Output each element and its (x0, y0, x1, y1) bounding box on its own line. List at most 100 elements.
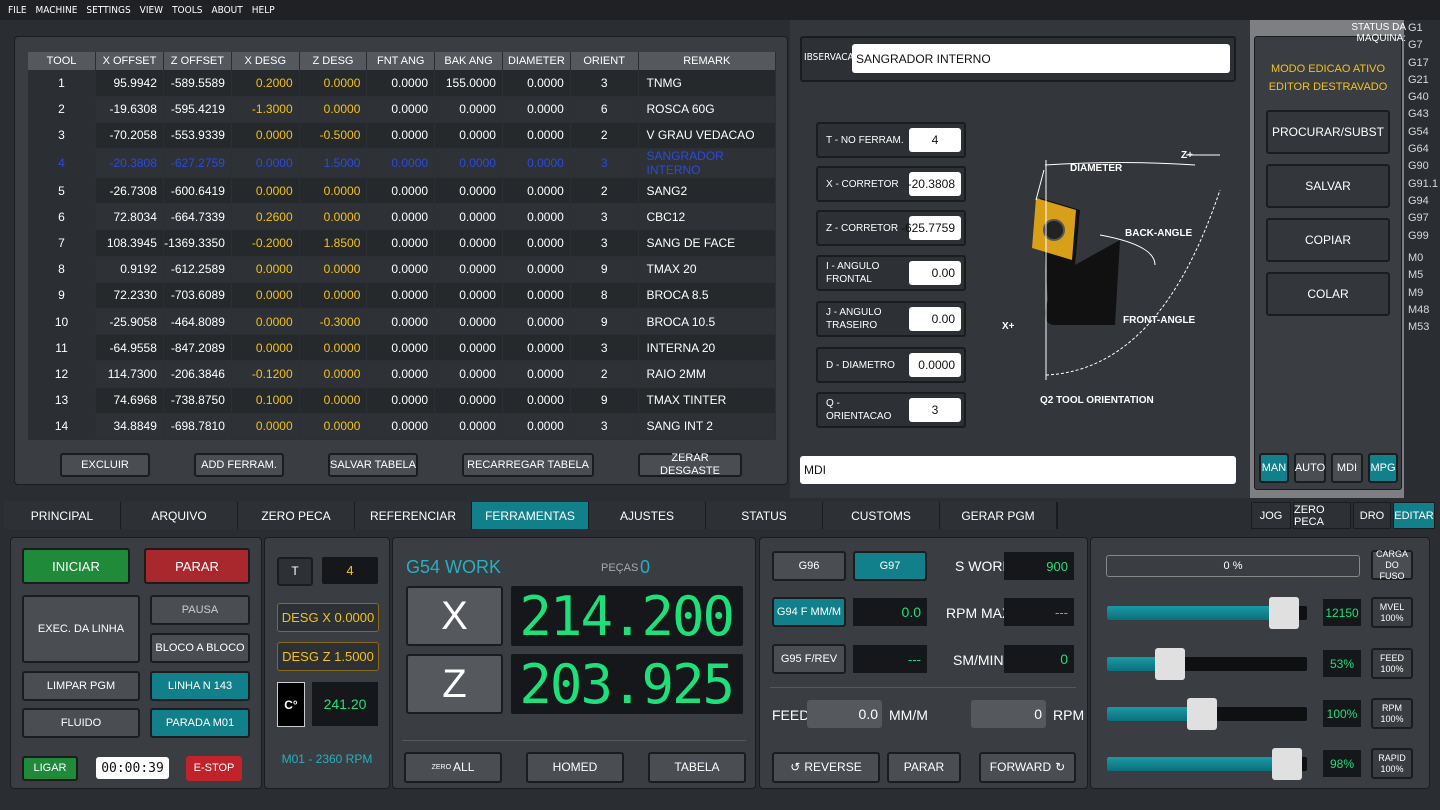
table-row[interactable]: 6 72.8034 -664.7339 0.2600 0.0000 0.0000 0.000… (28, 203, 776, 231)
table-cell[interactable]: TMAX TINTER (638, 387, 776, 414)
table-cell[interactable]: 0.0000 (366, 387, 436, 414)
table-cell[interactable]: 0.0000 (299, 334, 368, 362)
table-cell[interactable]: 0.0000 (366, 282, 436, 310)
table-cell[interactable]: 0.0000 (434, 308, 503, 336)
mode-auto-button[interactable]: AUTO (1294, 453, 1326, 483)
table-cell[interactable]: 2 (28, 96, 97, 123)
table-cell[interactable]: 6 (570, 96, 639, 123)
g96-button[interactable]: G96 (772, 551, 846, 581)
table-cell[interactable]: -0.2000 (231, 229, 300, 257)
table-cell[interactable]: 5 (28, 177, 97, 205)
table-cell[interactable]: 0.0000 (366, 413, 436, 440)
coolant-button[interactable]: FLUIDO (22, 708, 140, 738)
table-cell[interactable]: 0.0000 (434, 413, 503, 440)
stop-button[interactable]: PARAR (144, 548, 250, 584)
tab-zero-peca[interactable]: ZERO PECA (238, 502, 355, 529)
table-cell[interactable]: 2 (570, 122, 639, 150)
table-cell[interactable]: 0.0000 (434, 203, 503, 231)
table-cell[interactable]: -847.2089 (163, 334, 232, 362)
table-cell[interactable]: 0.0000 (299, 177, 368, 205)
g95-button[interactable]: G95 F/REV (772, 644, 846, 674)
zero-wear-button[interactable]: ZERAR DESGASTE (638, 452, 742, 477)
table-cell[interactable]: -664.7339 (163, 203, 232, 231)
table-cell[interactable]: 0.0000 (434, 148, 503, 179)
table-cell[interactable]: 0.2000 (231, 70, 300, 97)
right-tab-editar[interactable]: EDITAR (1393, 502, 1435, 529)
table-cell[interactable]: 3 (570, 148, 639, 179)
start-button[interactable]: INICIAR (22, 548, 130, 584)
override-reset-button[interactable]: MVEL 100% (1371, 597, 1413, 628)
column-header[interactable]: FNT ANG (366, 52, 436, 70)
tab-ajustes[interactable]: AJUSTES (589, 502, 706, 529)
table-row[interactable]: 11 -64.9558 -847.2089 0.0000 0.0000 0.0000 0.0… (28, 334, 776, 362)
observacao-input[interactable]: SANGRADOR INTERNO (852, 44, 1230, 73)
table-cell[interactable]: 108.3945 (95, 229, 164, 257)
estop-button[interactable]: E-STOP (186, 756, 242, 781)
table-cell[interactable]: 74.6968 (95, 387, 164, 414)
table-cell[interactable]: -64.9558 (95, 334, 164, 362)
table-cell[interactable]: -206.3846 (163, 360, 232, 388)
tab-principal[interactable]: PRINCIPAL (4, 502, 121, 529)
column-header[interactable]: X DESG (231, 52, 300, 70)
add-tool-button[interactable]: ADD FERRAM. (194, 453, 284, 477)
tab-arquivo[interactable]: ARQUIVO (121, 502, 238, 529)
table-row[interactable]: 5 -26.7308 -600.6419 0.0000 0.0000 0.0000 0.00… (28, 177, 776, 205)
param-input[interactable]: -625.7759 (901, 216, 961, 240)
table-cell[interactable]: 0.0000 (502, 413, 571, 440)
table-cell[interactable]: 0.0000 (366, 256, 436, 283)
pause-button[interactable]: PAUSA (150, 595, 250, 625)
table-cell[interactable]: 3 (570, 334, 639, 362)
table-cell[interactable]: INTERNA 20 (638, 334, 776, 362)
column-header[interactable]: X OFFSET (95, 52, 164, 70)
table-cell[interactable]: 4 (28, 148, 97, 179)
table-row[interactable]: 1 95.9942 -589.5589 0.2000 0.0000 0.0000 155.0… (28, 70, 776, 97)
g97-button[interactable]: G97 (853, 551, 927, 581)
table-cell[interactable]: 0.0000 (366, 203, 436, 231)
column-header[interactable]: DIAMETER (502, 52, 571, 70)
override-reset-button[interactable]: RAPID 100% (1371, 748, 1413, 779)
menu-machine[interactable]: MACHINE (36, 5, 78, 16)
menu-about[interactable]: ABOUT (211, 5, 242, 16)
table-cell[interactable]: ROSCA 60G (638, 96, 776, 123)
table-cell[interactable]: 0.0000 (502, 387, 571, 414)
table-cell[interactable]: SANG2 (638, 177, 776, 205)
table-cell[interactable]: -589.5589 (163, 70, 232, 97)
table-cell[interactable]: 155.0000 (434, 70, 503, 97)
menu-settings[interactable]: SETTINGS (86, 5, 130, 16)
column-header[interactable]: ORIENT (570, 52, 639, 70)
menu-tools[interactable]: TOOLS (172, 5, 202, 16)
forward-button[interactable]: FORWARD ↻ (979, 752, 1076, 783)
table-cell[interactable]: CBC12 (638, 203, 776, 231)
table-cell[interactable]: -70.2058 (95, 122, 164, 150)
table-cell[interactable]: 3 (570, 229, 639, 257)
line-number-button[interactable]: LINHA N 143 (150, 671, 250, 701)
table-cell[interactable]: 0.0000 (299, 96, 368, 123)
table-cell[interactable]: 9 (570, 308, 639, 336)
excluir-button[interactable]: EXCLUIR (60, 453, 150, 477)
table-cell[interactable]: 3 (570, 413, 639, 440)
table-cell[interactable]: 0.0000 (231, 256, 300, 283)
table-cell[interactable]: 1.5000 (299, 148, 368, 179)
table-cell[interactable]: TNMG (638, 70, 776, 97)
table-cell[interactable]: 13 (28, 387, 97, 414)
table-button[interactable]: TABELA (648, 752, 746, 783)
exec-line-button[interactable]: EXEC. DA LINHA (22, 595, 140, 663)
table-cell[interactable]: -553.9339 (163, 122, 232, 150)
table-row[interactable]: 10 -25.9058 -464.8089 0.0000 -0.3000 0.0000 0.… (28, 308, 776, 336)
table-cell[interactable]: 6 (28, 203, 97, 231)
tab-referenciar[interactable]: REFERENCIAR (355, 502, 472, 529)
table-cell[interactable]: 0.1000 (231, 387, 300, 414)
table-cell[interactable]: 11 (28, 334, 97, 362)
table-cell[interactable]: 0.0000 (434, 256, 503, 283)
table-cell[interactable]: 0.0000 (502, 308, 571, 336)
table-cell[interactable]: 0.0000 (366, 334, 436, 362)
x-axis-button[interactable]: X (406, 586, 503, 646)
table-cell[interactable]: -612.2589 (163, 256, 232, 283)
table-cell[interactable]: 0.0000 (231, 148, 300, 179)
table-cell[interactable]: 0.0000 (366, 177, 436, 205)
column-header[interactable]: Z OFFSET (163, 52, 232, 70)
table-cell[interactable]: 3 (570, 203, 639, 231)
table-cell[interactable]: 34.8849 (95, 413, 164, 440)
table-cell[interactable]: 0.0000 (366, 360, 436, 388)
power-on-button[interactable]: LIGAR (22, 756, 78, 781)
